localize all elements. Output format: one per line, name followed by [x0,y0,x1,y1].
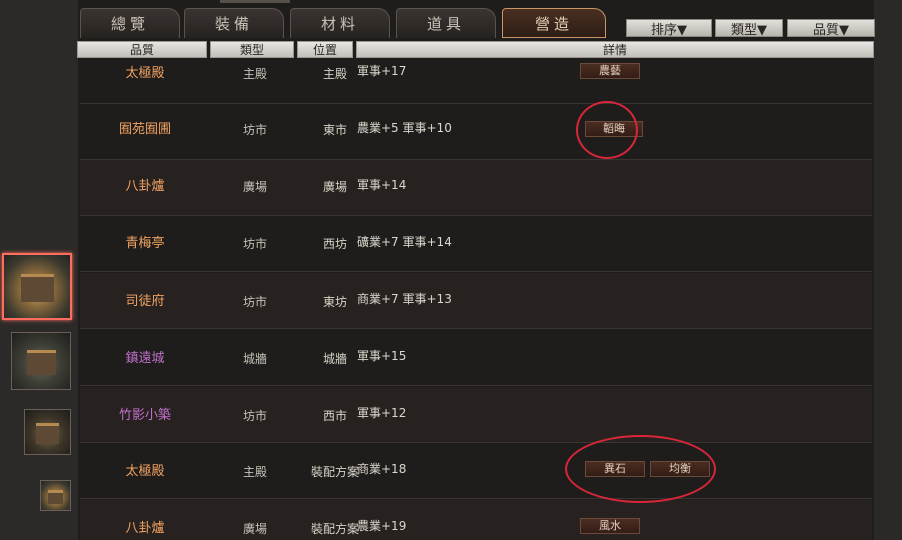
building-thumbnail[interactable] [40,480,71,511]
tab-equipment[interactable]: 裝備 [184,8,284,38]
building-detail: 商業+18 [357,462,407,476]
tab-construction[interactable]: 營造 [502,8,606,38]
building-detail: 軍事+17 [357,64,407,78]
building-icon [20,273,54,303]
column-header-quality[interactable]: 品質 [77,41,207,58]
trait-tag[interactable]: 異石 [585,461,645,477]
building-name: 鎮遠城 [125,351,165,366]
table-row[interactable]: 太極殿 主殿 主殿 軍事+17 農藝 [80,59,872,104]
building-name: 青梅亭 [125,236,165,251]
column-header-type[interactable]: 類型 [210,41,294,58]
trait-tag[interactable]: 韜晦 [585,121,643,137]
building-thumbnail[interactable] [11,332,71,390]
trait-tag[interactable]: 均衡 [650,461,710,477]
top-decoration [220,0,290,3]
table-row[interactable]: 八卦爐 廣場 裝配方案 農業+19 風水 [80,500,872,540]
building-name: 八卦爐 [125,521,165,536]
trait-tag[interactable]: 農藝 [580,63,640,79]
tab-materials[interactable]: 材料 [290,8,390,38]
building-detail: 軍事+12 [357,406,407,420]
building-type: 坊市 [242,409,267,423]
table-row[interactable]: 太極殿 主殿 裝配方案 商業+18 異石 均衡 [80,443,872,499]
building-name: 太極殿 [125,464,165,479]
column-header-detail: 詳情 [356,41,874,58]
right-edge [874,0,902,540]
table-row[interactable]: 八卦爐 廣場 廣場 軍事+14 [80,160,872,216]
building-thumbnail[interactable] [24,409,71,455]
building-name: 太極殿 [125,66,165,81]
table-row[interactable]: 司徒府 坊市 東坊 商業+7 軍事+13 [80,273,872,329]
building-detail: 軍事+14 [357,178,407,192]
building-detail: 商業+7 軍事+13 [357,292,452,306]
building-name: 竹影小築 [118,408,171,423]
table-row[interactable]: 竹影小築 坊市 西市 軍事+12 [80,387,872,443]
building-detail: 農業+19 [357,519,407,533]
building-type: 主殿 [242,465,267,479]
tab-overview[interactable]: 總覽 [80,8,180,38]
building-detail: 礦業+7 軍事+14 [357,235,452,249]
building-type: 坊市 [242,237,267,251]
building-thumbnail-selected[interactable] [2,253,72,320]
column-header-position[interactable]: 位置 [297,41,353,58]
building-type: 廣場 [242,180,267,194]
building-name: 囿苑囿圃 [118,122,171,137]
sort-dropdown-button[interactable]: 排序▼ [626,19,712,38]
building-icon [26,349,56,376]
building-type: 廣場 [242,522,267,536]
table-row[interactable]: 鎮遠城 城牆 城牆 軍事+15 [80,330,872,386]
trait-tag[interactable]: 風水 [580,518,640,534]
building-type: 坊市 [242,123,267,137]
type-filter-button[interactable]: 類型▼ [715,19,783,38]
building-type: 主殿 [242,67,267,81]
building-detail: 軍事+15 [357,349,407,363]
building-name: 八卦爐 [125,179,165,194]
building-type: 坊市 [242,295,267,309]
tab-items[interactable]: 道具 [396,8,496,38]
building-type: 城牆 [242,352,267,366]
building-detail: 農業+5 軍事+10 [357,121,452,135]
quality-filter-button[interactable]: 品質▼ [787,19,875,38]
building-icon [36,423,59,444]
table-row[interactable]: 青梅亭 坊市 西坊 礦業+7 軍事+14 [80,216,872,272]
building-name: 司徒府 [125,294,165,309]
building-icon [48,489,63,505]
table-row[interactable]: 囿苑囿圃 坊市 東市 農業+5 軍事+10 韜晦 [80,104,872,160]
